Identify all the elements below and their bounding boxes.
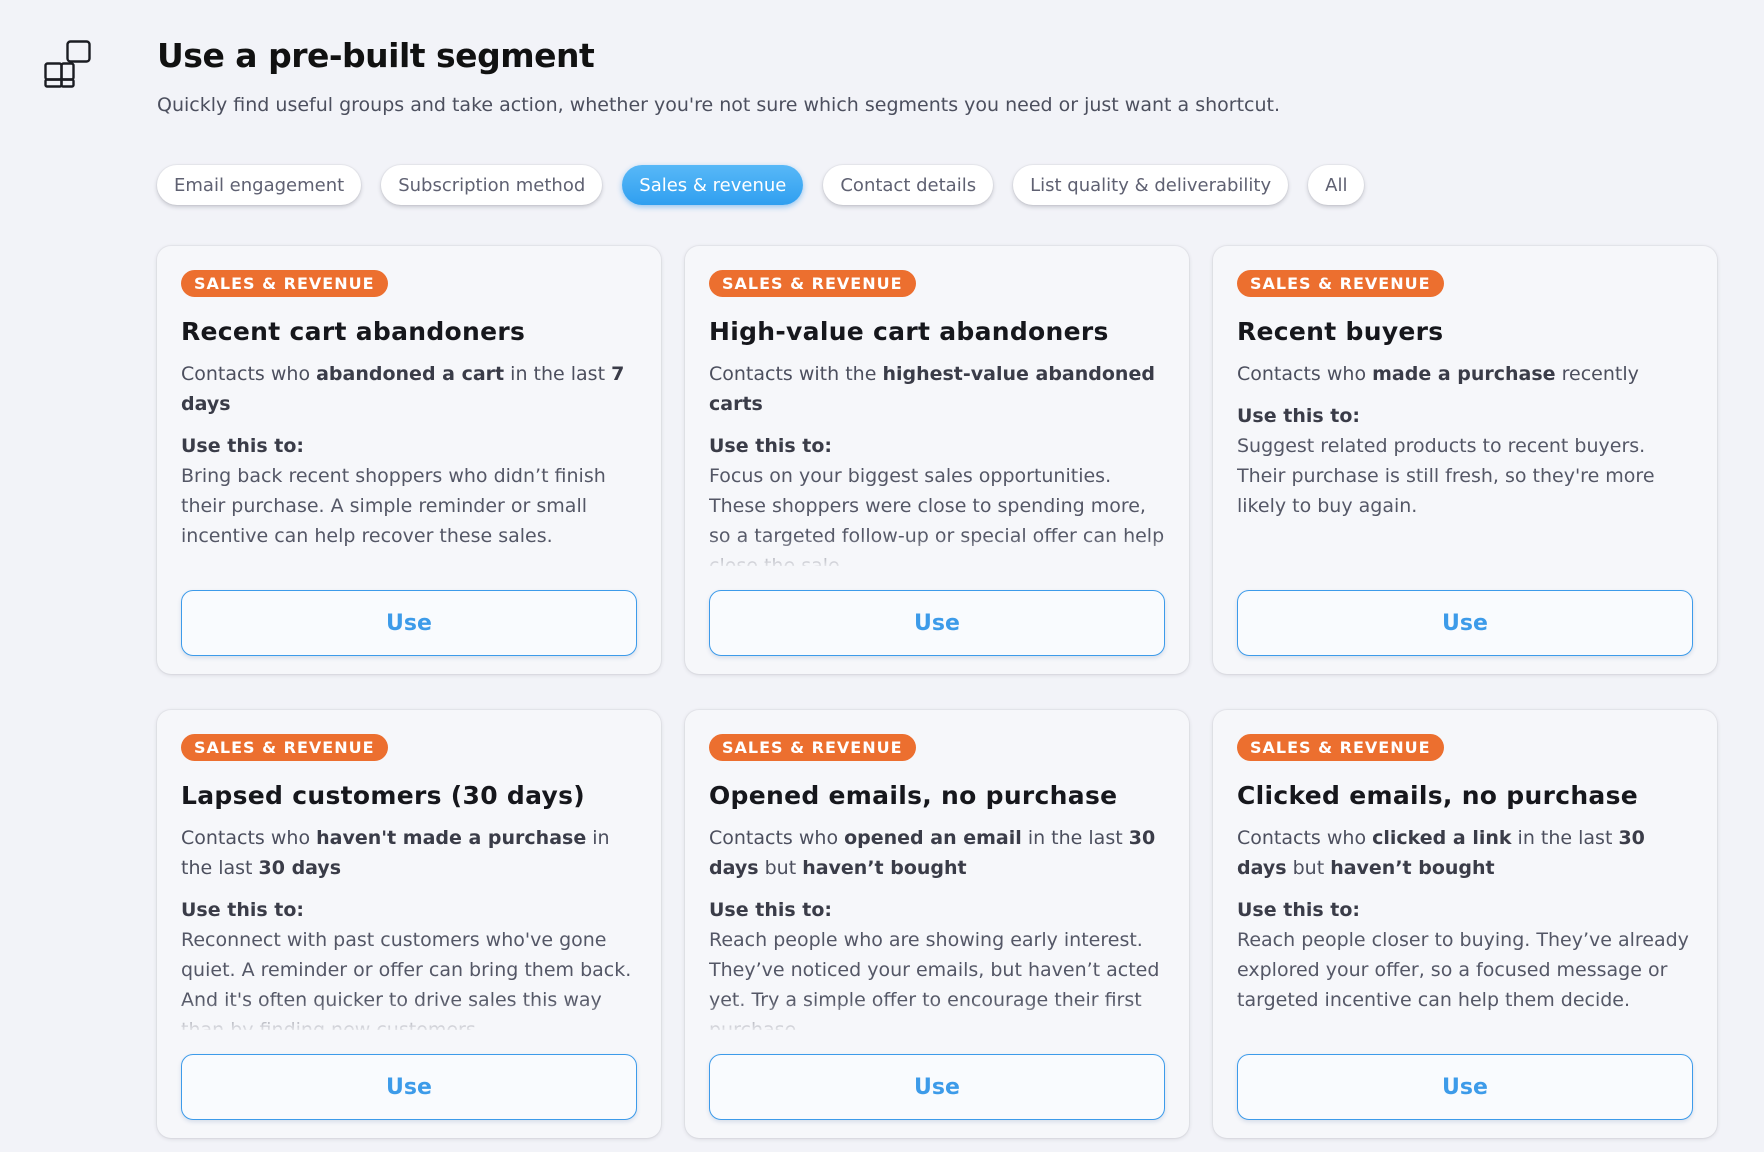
description-text: but [758,857,803,879]
use-segment-button[interactable]: Use [709,1054,1165,1120]
tab-list-quality-deliverability[interactable]: List quality & deliverability [1013,165,1289,205]
segment-blocks-icon [44,40,92,88]
use-this-to-heading: Use this to: [181,435,305,457]
use-this-to-heading: Use this to: [709,435,833,457]
use-this-to-heading: Use this to: [709,899,833,921]
category-badge: SALES & REVENUE [709,270,916,297]
card-title: High-value cart abandoners [709,317,1109,346]
use-segment-button[interactable]: Use [181,1054,637,1120]
card-description: Contacts who abandoned a cart in the las… [181,359,637,419]
card-title: Recent buyers [1237,317,1444,346]
description-text: recently [1555,363,1639,385]
card-description: Contacts who clicked a link in the last … [1237,823,1693,883]
use-segment-button[interactable]: Use [181,590,637,656]
description-text: Contacts with the [709,363,883,385]
category-badge: SALES & REVENUE [181,734,388,761]
use-segment-button[interactable]: Use [1237,590,1693,656]
use-this-to-heading: Use this to: [1237,899,1361,921]
page-subtitle: Quickly find useful groups and take acti… [157,94,1280,116]
category-badge: SALES & REVENUE [1237,734,1444,761]
description-highlight: haven’t bought [1330,857,1495,879]
description-highlight: made a purchase [1372,363,1556,385]
description-text: but [1286,857,1331,879]
card-title: Clicked emails, no purchase [1237,781,1639,810]
tab-contact-details[interactable]: Contact details [823,165,994,205]
description-text: Contacts who [1237,363,1373,385]
description-highlight: abandoned a cart [316,363,505,385]
segment-card-grid: SALES & REVENUE Recent cart abandoners Con… [157,246,1717,1138]
category-badge: SALES & REVENUE [709,734,916,761]
description-highlight: haven’t bought [802,857,967,879]
card-description: Contacts who opened an email in the last… [709,823,1165,883]
card-description: Contacts who made a purchase recently [1237,359,1693,389]
description-text: Contacts who [181,363,317,385]
card-description: Contacts with the highest-value abandone… [709,359,1165,419]
description-highlight: 30 days [258,857,342,879]
use-case-text: Reconnect with past customers who've gon… [181,929,632,1030]
segment-card: SALES & REVENUE Opened emails, no purchas… [685,710,1189,1138]
category-filter-tabs: Email engagement Subscription method Sales… [157,165,1384,205]
segment-card: SALES & REVENUE High-value cart abandoner… [685,246,1189,674]
tab-email-engagement[interactable]: Email engagement [157,165,362,205]
description-text: in the last [504,363,612,385]
description-text: Contacts who [709,827,845,849]
use-this-to-heading: Use this to: [1237,405,1361,427]
card-title: Lapsed customers (30 days) [181,781,585,810]
description-highlight: clicked a link [1372,827,1512,849]
use-segment-button[interactable]: Use [709,590,1165,656]
page-title: Use a pre-built segment [157,36,595,75]
tab-subscription-method[interactable]: Subscription method [381,165,603,205]
use-case-text: Reach people closer to buying. They’ve a… [1237,929,1689,1011]
card-title: Opened emails, no purchase [709,781,1118,810]
use-case-text: Reach people who are showing early inter… [709,929,1160,1030]
description-text: in the last [1511,827,1619,849]
segment-card: SALES & REVENUE Recent cart abandoners Con… [157,246,661,674]
page-header: Use a pre-built segment Quickly find use… [157,36,1280,116]
tab-sales-revenue[interactable]: Sales & revenue [622,165,804,205]
segment-card: SALES & REVENUE Clicked emails, no purcha… [1213,710,1717,1138]
use-case-text: Focus on your biggest sales opportunitie… [709,465,1165,566]
description-highlight: haven't made a purchase [316,827,587,849]
tab-all[interactable]: All [1308,165,1365,205]
description-text: Contacts who [181,827,317,849]
category-badge: SALES & REVENUE [181,270,388,297]
segment-card: SALES & REVENUE Recent buyers Contacts who… [1213,246,1717,674]
card-title: Recent cart abandoners [181,317,526,346]
category-badge: SALES & REVENUE [1237,270,1444,297]
description-highlight: opened an email [844,827,1022,849]
description-text: in the last [1021,827,1129,849]
segment-card: SALES & REVENUE Lapsed customers (30 days… [157,710,661,1138]
description-text: Contacts who [1237,827,1373,849]
use-segment-button[interactable]: Use [1237,1054,1693,1120]
use-case-text: Suggest related products to recent buyer… [1237,435,1655,517]
use-case-text: Bring back recent shoppers who didn’t fi… [181,465,606,547]
use-this-to-heading: Use this to: [181,899,305,921]
card-description: Contacts who haven't made a purchase in … [181,823,637,883]
